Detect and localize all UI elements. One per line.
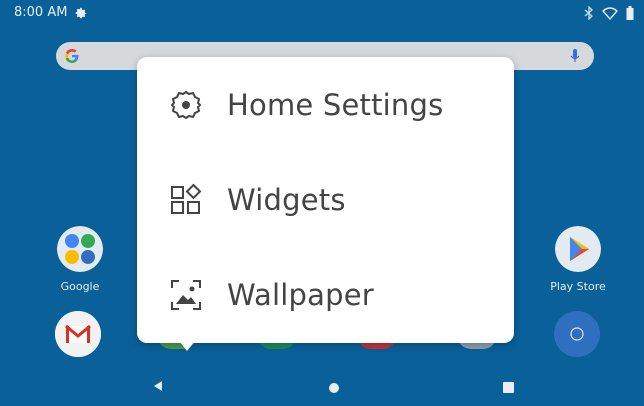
menu-item-label: Wallpaper	[227, 278, 374, 312]
back-icon[interactable]	[152, 380, 164, 392]
menu-item-label: Home Settings	[227, 88, 444, 122]
settings-gear-icon	[75, 7, 87, 19]
status-bar: 8:00 AM	[0, 0, 644, 26]
status-icons	[584, 6, 634, 20]
status-time: 8:00 AM	[14, 5, 68, 20]
recents-icon[interactable]	[503, 382, 514, 393]
google-folder-app[interactable]: Google	[44, 226, 116, 293]
google-g-icon	[65, 49, 79, 63]
play-store-app-label: Play Store	[550, 280, 606, 293]
play-store-app[interactable]: Play Store	[542, 226, 614, 293]
menu-item-home-settings[interactable]: Home Settings	[137, 60, 514, 150]
play-store-icon	[555, 226, 601, 272]
battery-icon	[626, 6, 634, 20]
widgets-icon	[171, 183, 202, 214]
home-long-press-menu: Home Settings Widgets Wallpaper	[137, 57, 514, 343]
home-icon[interactable]	[329, 383, 339, 393]
mic-icon[interactable]	[568, 48, 582, 64]
menu-item-wallpaper[interactable]: Wallpaper	[137, 250, 514, 340]
launcher-circle-icon[interactable]	[554, 311, 600, 357]
menu-item-label: Widgets	[227, 183, 346, 217]
wifi-icon	[602, 7, 618, 20]
gmail-icon[interactable]	[55, 311, 101, 357]
google-app-label: Google	[60, 280, 100, 293]
menu-pointer	[180, 342, 194, 351]
wallpaper-icon	[171, 280, 201, 310]
gear-icon	[171, 91, 201, 119]
google-folder-icon	[57, 226, 103, 272]
menu-item-widgets[interactable]: Widgets	[137, 155, 514, 245]
navigation-bar	[0, 370, 644, 406]
bluetooth-icon	[584, 6, 593, 20]
